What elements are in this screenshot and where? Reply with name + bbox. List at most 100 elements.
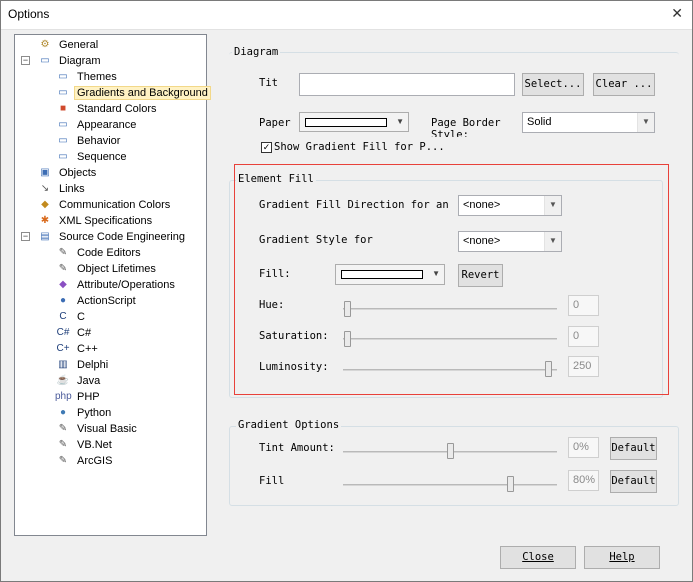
- luminosity-slider-track[interactable]: [343, 369, 557, 371]
- tree-item-communication-colors[interactable]: ◆ Communication Colors: [37, 197, 172, 213]
- tint-value[interactable]: 0%: [568, 437, 599, 458]
- tree-item-objects[interactable]: ▣ Objects: [37, 165, 98, 181]
- hue-slider-thumb[interactable]: [344, 301, 351, 317]
- python-icon: ●: [59, 407, 67, 419]
- tree-item-c[interactable]: CC: [55, 309, 87, 325]
- luminosity-slider-thumb[interactable]: [545, 361, 552, 377]
- tree-item-label: Delphi: [77, 359, 109, 372]
- tree-item-object-lifetimes[interactable]: ✎ Object Lifetimes: [55, 261, 158, 277]
- cpp-icon: C+: [56, 343, 70, 355]
- gradient-fill-slider-thumb[interactable]: [507, 476, 514, 492]
- tree-item-diagram[interactable]: − ▭ Diagram: [21, 53, 103, 69]
- gradient-style-select[interactable]: <none> ▼: [458, 231, 562, 252]
- fill-color-swatch: [341, 270, 423, 279]
- tree-item-label: Source Code Engineering: [59, 231, 185, 244]
- communication-colors-icon: ◆: [41, 199, 49, 211]
- tree-item-label: XML Specifications: [59, 215, 153, 228]
- fill-label: Fill:: [259, 268, 291, 280]
- gradient-direction-label: Gradient Fill Direction for an: [259, 199, 449, 211]
- chevron-down-icon: ▼: [637, 113, 654, 132]
- select-button[interactable]: Select...: [522, 73, 584, 96]
- tree-item-java[interactable]: ☕ Java: [55, 373, 102, 389]
- tree-item-label: Visual Basic: [77, 423, 137, 436]
- tree-item-label: Appearance: [77, 119, 137, 132]
- tree-item-label: Communication Colors: [59, 199, 171, 212]
- csharp-icon: C#: [56, 327, 70, 339]
- revert-button[interactable]: Revert: [458, 264, 503, 287]
- title-label: Tit: [259, 77, 278, 89]
- tree-item-label: Objects: [59, 167, 97, 180]
- title-bar: Options ✕: [0, 0, 693, 30]
- saturation-slider-track[interactable]: [343, 338, 557, 340]
- tint-slider-thumb[interactable]: [447, 443, 454, 459]
- saturation-slider-thumb[interactable]: [344, 331, 351, 347]
- page-border-label: Page Border Style:: [431, 117, 501, 137]
- tree-item-label: Java: [77, 375, 101, 388]
- vbnet-icon: ✎: [58, 439, 68, 451]
- chevron-down-icon: ▼: [544, 196, 561, 215]
- hue-slider-track[interactable]: [343, 308, 557, 310]
- tree-item-general[interactable]: ⚙ General: [37, 37, 100, 53]
- page-border-select[interactable]: Solid ▼: [522, 112, 655, 133]
- luminosity-value[interactable]: 250: [568, 356, 599, 377]
- tree-item-label: VB.Net: [77, 439, 112, 452]
- help-button[interactable]: Help: [584, 546, 660, 569]
- diagram-group-label: Diagram: [232, 46, 281, 58]
- paper-color-swatch: [305, 118, 387, 127]
- tree-item-php[interactable]: php PHP: [55, 389, 102, 405]
- tree-item-appearance[interactable]: ▭ Appearance: [55, 117, 138, 133]
- chevron-down-icon: ▼: [544, 232, 561, 251]
- general-icon: ⚙: [40, 39, 50, 51]
- tree-item-label: Diagram: [59, 55, 101, 68]
- tree-item-label: Behavior: [77, 135, 121, 148]
- tree-item-label: ArcGIS: [77, 455, 113, 468]
- tree-item-label: C: [77, 311, 85, 324]
- tree-item-vbnet[interactable]: ✎ VB.Net: [55, 437, 114, 453]
- tree-item-links[interactable]: ↘ Links: [37, 181, 87, 197]
- tree-item-label: PHP: [77, 391, 100, 404]
- tree-item-python[interactable]: ● Python: [55, 405, 113, 421]
- tree-item-arcgis[interactable]: ✎ ArcGIS: [55, 453, 114, 469]
- gradient-fill-value[interactable]: 80%: [568, 470, 599, 491]
- arcgis-icon: ✎: [58, 455, 68, 467]
- tree-item-source-code[interactable]: − ▤ Source Code Engineering: [21, 229, 187, 245]
- tree-item-code-editors[interactable]: ✎ Code Editors: [55, 245, 143, 261]
- tree-item-sequence[interactable]: ▭ Sequence: [55, 149, 129, 165]
- collapse-icon[interactable]: −: [21, 232, 30, 241]
- fill-color-picker[interactable]: ▼: [335, 264, 445, 285]
- tree-item-xml[interactable]: ✱ XML Specifications: [37, 213, 154, 229]
- gradient-fill-default-button[interactable]: Default: [610, 470, 657, 493]
- tree-item-label: C++: [77, 343, 98, 356]
- show-gradient-label: Show Gradient Fill for P...: [274, 141, 445, 153]
- actionscript-icon: ●: [59, 295, 67, 307]
- paper-color-picker[interactable]: ▼: [299, 112, 409, 132]
- tree-item-themes[interactable]: ▭ Themes: [55, 69, 119, 85]
- saturation-value[interactable]: 0: [568, 326, 599, 347]
- options-tree[interactable]: ⚙ General − ▭ Diagram ▭ Themes ▭ Gradients and B…: [14, 34, 211, 536]
- tree-item-label: Sequence: [77, 151, 127, 164]
- attribute-operations-icon: ◆: [59, 279, 67, 291]
- gradient-options-group-label: Gradient Options: [236, 419, 342, 431]
- collapse-icon[interactable]: −: [21, 56, 30, 65]
- gradient-fill-slider-track[interactable]: [343, 484, 557, 486]
- tree-item-visual-basic[interactable]: ✎ Visual Basic: [55, 421, 139, 437]
- tint-default-button[interactable]: Default: [610, 437, 657, 460]
- close-icon[interactable]: ✕: [671, 5, 683, 22]
- close-button[interactable]: Close: [500, 546, 576, 569]
- tree-item-actionscript[interactable]: ● ActionScript: [55, 293, 138, 309]
- tree-item-delphi[interactable]: ▥ Delphi: [55, 357, 110, 373]
- tree-item-label: Themes: [77, 71, 117, 84]
- sequence-icon: ▭: [58, 151, 68, 163]
- hue-value[interactable]: 0: [568, 295, 599, 316]
- tree-item-cpp[interactable]: C+ C++: [55, 341, 100, 357]
- title-input[interactable]: [299, 73, 515, 96]
- clear-button[interactable]: Clear ...: [593, 73, 655, 96]
- tree-item-behavior[interactable]: ▭ Behavior: [55, 133, 122, 149]
- tree-item-standard-colors[interactable]: ■ Standard Colors: [55, 101, 159, 117]
- tree-item-csharp[interactable]: C# C#: [55, 325, 93, 341]
- show-gradient-checkbox[interactable]: ✓: [261, 142, 272, 153]
- tree-item-gradients[interactable]: ▭ Gradients and Background: [55, 85, 211, 101]
- tree-item-attribute-operations[interactable]: ◆ Attribute/Operations: [55, 277, 177, 293]
- delphi-icon: ▥: [58, 359, 68, 371]
- gradient-direction-select[interactable]: <none> ▼: [458, 195, 562, 216]
